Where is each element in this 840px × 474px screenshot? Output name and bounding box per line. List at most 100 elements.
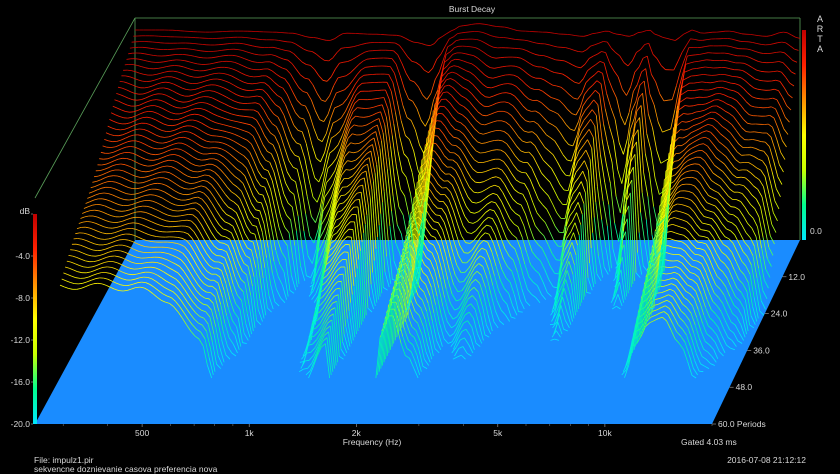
decay-segment [298,87,304,92]
decay-segment [271,153,276,164]
decay-segment [368,144,373,148]
decay-segment [261,202,267,216]
decay-segment [273,63,279,67]
decay-segment [612,89,617,99]
decay-segment [93,189,98,192]
decay-segment [143,59,148,62]
decay-segment [768,194,774,213]
decay-segment [225,118,230,121]
decay-segment [220,101,225,105]
decay-segment [161,93,167,96]
decay-segment [200,174,205,177]
decay-segment [187,233,193,239]
decay-segment [166,110,172,114]
decay-segment [558,147,564,155]
decay-segment [127,204,132,206]
decay-segment [258,135,264,146]
decay-segment [241,215,247,227]
decay-segment [279,178,285,195]
decay-segment [369,65,374,68]
decay-segment [176,122,181,126]
decay-segment [680,105,686,109]
decay-segment [692,218,697,226]
decay-segment [768,123,773,128]
decay-segment [162,141,168,144]
decay-segment [554,72,559,74]
decay-segment [542,159,548,165]
decay-segment [695,74,700,77]
decay-segment [572,212,577,222]
decay-segment [689,207,695,213]
decay-segment [286,69,291,75]
decay-segment [228,138,234,142]
decay-segment [83,206,89,209]
decay-segment [290,148,296,156]
decay-segment [183,173,189,177]
decay-segment [180,214,185,217]
decay-segment [336,91,341,94]
decay-segment [462,87,468,90]
decay-segment [272,90,278,96]
decay-segment [553,111,558,115]
decay-segment [620,115,626,126]
decay-segment [257,170,263,178]
decay-segment [455,145,461,150]
decay-segment [326,196,332,205]
decay-segment [180,186,185,189]
decay-segment [268,141,274,146]
decay-segment [152,83,158,87]
decay-segment [145,122,150,125]
decay-segment [355,156,361,161]
decay-segment [643,80,649,115]
decay-segment [419,144,424,154]
decay-segment [116,225,121,228]
decay-segment [264,135,270,143]
decay-segment [706,174,712,181]
decay-segment [691,199,696,205]
decay-segment [164,101,169,105]
decay-segment [555,98,560,101]
decay-segment [669,217,675,220]
decay-segment [217,115,222,118]
decay-segment [340,110,346,119]
decay-segment [186,54,191,56]
burst-decay-chart: Burst DecaydB-4.0-8.0-12.0-16.0-20.00.05… [11,4,822,447]
decay-segment [459,104,465,108]
decay-segment [337,158,343,176]
decay-segment [752,67,757,71]
decay-segment [525,120,530,123]
decay-segment [233,156,239,162]
decay-segment [349,191,355,200]
decay-segment [753,185,759,190]
decay-segment [707,145,713,152]
decay-segment [352,133,357,136]
decay-segment [527,73,533,78]
decay-segment [533,189,539,200]
decay-segment [756,140,762,142]
decay-segment [666,128,671,131]
decay-segment [504,152,510,159]
decay-segment [178,65,184,68]
decay-segment [515,120,521,127]
decay-segment [146,47,151,49]
decay-segment [502,228,507,239]
decay-segment [339,225,345,235]
decay-segment [331,92,337,103]
decay-segment [202,85,208,88]
decay-segment [515,86,521,91]
decay-segment [168,135,174,138]
decay-segment [333,144,339,150]
decay-segment [373,181,378,238]
decay-segment [246,225,252,234]
decay-segment [306,196,312,217]
decay-segment [465,206,471,213]
decay-segment [516,145,522,152]
decay-segment [686,97,691,99]
decay-segment [671,174,676,177]
decay-segment [502,192,508,202]
decay-segment [205,186,210,192]
decay-segment [341,75,347,78]
decay-segment [113,244,119,247]
decay-segment [287,202,293,208]
decay-segment [137,196,142,199]
